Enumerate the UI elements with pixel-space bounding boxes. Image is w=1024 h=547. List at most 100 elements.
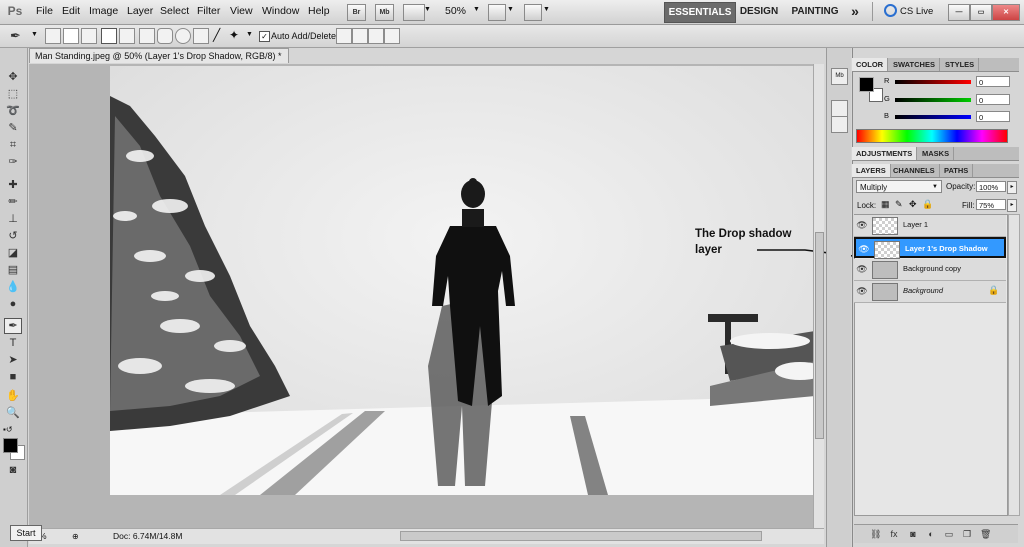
exclude-path-icon[interactable] xyxy=(384,28,400,44)
clone-stamp-icon[interactable]: ⊥ xyxy=(5,212,21,226)
marquee-tool-icon[interactable]: ⬚ xyxy=(5,87,21,101)
move-tool-icon[interactable]: ✥ xyxy=(5,70,21,84)
gradient-tool-icon[interactable]: ▤ xyxy=(5,263,21,277)
fill-slider-toggle[interactable]: ▸ xyxy=(1007,199,1017,212)
layers-scrollbar[interactable] xyxy=(1008,214,1020,516)
eraser-tool-icon[interactable]: ◪ xyxy=(5,246,21,260)
menu-layer[interactable]: Layer xyxy=(127,5,153,17)
lock-image-icon[interactable]: ✎ xyxy=(895,199,903,210)
shape-layers-icon[interactable] xyxy=(45,28,61,44)
layer-row[interactable]: 👁 Background copy xyxy=(854,259,1006,281)
custom-shape-icon[interactable]: ✦ xyxy=(229,28,239,42)
workspace-essentials[interactable]: ESSENTIALS xyxy=(664,2,736,23)
menu-select[interactable]: Select xyxy=(160,5,189,17)
menu-image[interactable]: Image xyxy=(89,5,118,17)
new-layer-icon[interactable]: ❐ xyxy=(962,529,972,539)
default-colors-icon[interactable]: ▪↺ xyxy=(3,425,13,434)
path-select-icon[interactable]: ➤ xyxy=(5,353,21,367)
workspace-painting[interactable]: PAINTING xyxy=(786,2,844,21)
visibility-eye-icon[interactable]: 👁 xyxy=(856,219,868,231)
adjustment-layer-icon[interactable]: ◐ xyxy=(926,529,936,539)
line-icon[interactable]: ╱ xyxy=(213,28,220,42)
pen-icon[interactable] xyxy=(101,28,117,44)
horizontal-scroll-thumb[interactable] xyxy=(400,531,762,541)
chevron-down-icon[interactable]: ▼ xyxy=(543,6,550,13)
menu-edit[interactable]: Edit xyxy=(62,5,80,17)
zoom-level[interactable]: 50% xyxy=(445,5,466,17)
history-panel-icon[interactable] xyxy=(831,100,848,117)
quick-select-tool-icon[interactable]: ✎ xyxy=(5,121,21,135)
subtract-path-icon[interactable] xyxy=(352,28,368,44)
visibility-eye-icon[interactable]: 👁 xyxy=(858,243,870,255)
lasso-tool-icon[interactable]: ➰ xyxy=(5,104,21,118)
photo-canvas[interactable]: The Drop shadow layer xyxy=(110,66,815,495)
chevron-down-icon[interactable]: ▼ xyxy=(424,6,431,13)
lock-transparent-icon[interactable]: ▦ xyxy=(881,199,890,210)
arrange-documents-icon[interactable] xyxy=(488,4,506,21)
dodge-tool-icon[interactable]: ● xyxy=(5,297,21,311)
screen-mode-icon[interactable] xyxy=(524,4,542,21)
menu-filter[interactable]: Filter xyxy=(197,5,220,17)
opacity-input[interactable]: 100% xyxy=(976,181,1006,192)
menu-window[interactable]: Window xyxy=(262,5,299,17)
tab-adjustments[interactable]: ADJUSTMENTS xyxy=(852,147,918,160)
actions-panel-icon[interactable] xyxy=(831,116,848,133)
pen-tool-icon[interactable]: ✒ xyxy=(4,318,22,334)
auto-add-delete-checkbox[interactable]: ✓ xyxy=(259,31,270,42)
visibility-eye-icon[interactable]: 👁 xyxy=(856,263,868,275)
blur-tool-icon[interactable]: 💧 xyxy=(5,280,21,294)
fill-pixels-icon[interactable] xyxy=(81,28,97,44)
mini-bridge-panel-icon[interactable]: Mb xyxy=(831,68,848,85)
channel-g-input[interactable]: 0 xyxy=(976,94,1010,105)
channel-g-slider[interactable] xyxy=(895,98,971,102)
freeform-pen-icon[interactable] xyxy=(119,28,135,44)
vertical-scrollbar[interactable] xyxy=(813,64,824,528)
quick-mask-icon[interactable]: ◙ xyxy=(5,463,21,477)
tab-swatches[interactable]: SWATCHES xyxy=(889,58,940,71)
tab-paths[interactable]: PATHS xyxy=(940,164,974,177)
chevron-down-icon[interactable]: ▼ xyxy=(31,31,38,38)
rounded-rectangle-icon[interactable] xyxy=(157,28,173,44)
foreground-color-chip[interactable] xyxy=(859,77,874,92)
chevron-down-icon[interactable]: ▼ xyxy=(507,6,514,13)
menu-file[interactable]: File xyxy=(36,5,53,17)
maximize-icon[interactable]: ▭ xyxy=(970,4,992,21)
view-extras-icon[interactable] xyxy=(403,4,425,21)
channel-r-slider[interactable] xyxy=(895,80,971,84)
crop-tool-icon[interactable]: ⌗ xyxy=(5,138,21,152)
layer-row-selected[interactable]: 👁 Layer 1's Drop Shadow xyxy=(854,237,1006,259)
trash-icon[interactable]: 🗑 xyxy=(980,529,991,539)
menu-view[interactable]: View xyxy=(230,5,253,17)
lock-all-icon[interactable]: 🔒 xyxy=(922,199,933,210)
layer-style-icon[interactable]: fx xyxy=(889,529,899,539)
more-workspaces-button[interactable]: » xyxy=(846,2,864,21)
fill-input[interactable]: 75% xyxy=(976,199,1006,210)
mini-bridge-button[interactable]: Mb xyxy=(375,4,394,21)
lock-position-icon[interactable]: ✥ xyxy=(909,199,917,210)
add-to-path-icon[interactable] xyxy=(336,28,352,44)
channel-r-input[interactable]: 0 xyxy=(976,76,1010,87)
brush-tool-icon[interactable]: ✏ xyxy=(5,195,21,209)
vertical-scroll-thumb[interactable] xyxy=(815,232,824,439)
tab-masks[interactable]: MASKS xyxy=(918,147,955,160)
type-tool-icon[interactable]: T xyxy=(5,336,21,350)
tab-color[interactable]: COLOR xyxy=(852,58,889,71)
polygon-icon[interactable] xyxy=(193,28,209,44)
ellipse-icon[interactable] xyxy=(175,28,191,44)
tab-layers[interactable]: LAYERS xyxy=(852,164,891,177)
rectangle-icon[interactable] xyxy=(139,28,155,44)
healing-brush-icon[interactable]: ✚ xyxy=(5,178,21,192)
tab-styles[interactable]: STYLES xyxy=(941,58,980,71)
chevron-down-icon[interactable]: ▼ xyxy=(246,31,253,38)
pen-tool-icon[interactable]: ✒ xyxy=(10,28,21,44)
workspace-design[interactable]: DESIGN xyxy=(736,2,782,21)
zoom-tool-icon[interactable]: 🔍 xyxy=(5,406,21,420)
layer-row[interactable]: 👁 Layer 1 xyxy=(854,215,1006,237)
document-tab[interactable]: Man Standing.jpeg @ 50% (Layer 1's Drop … xyxy=(29,48,289,77)
eyedropper-tool-icon[interactable]: ✑ xyxy=(5,155,21,169)
opacity-slider-toggle[interactable]: ▸ xyxy=(1007,181,1017,194)
layer-row[interactable]: 👁 Background 🔒 xyxy=(854,281,1006,303)
channel-b-input[interactable]: 0 xyxy=(976,111,1010,122)
cs-live-button[interactable]: CS Live xyxy=(900,6,933,17)
tab-channels[interactable]: CHANNELS xyxy=(889,164,940,177)
